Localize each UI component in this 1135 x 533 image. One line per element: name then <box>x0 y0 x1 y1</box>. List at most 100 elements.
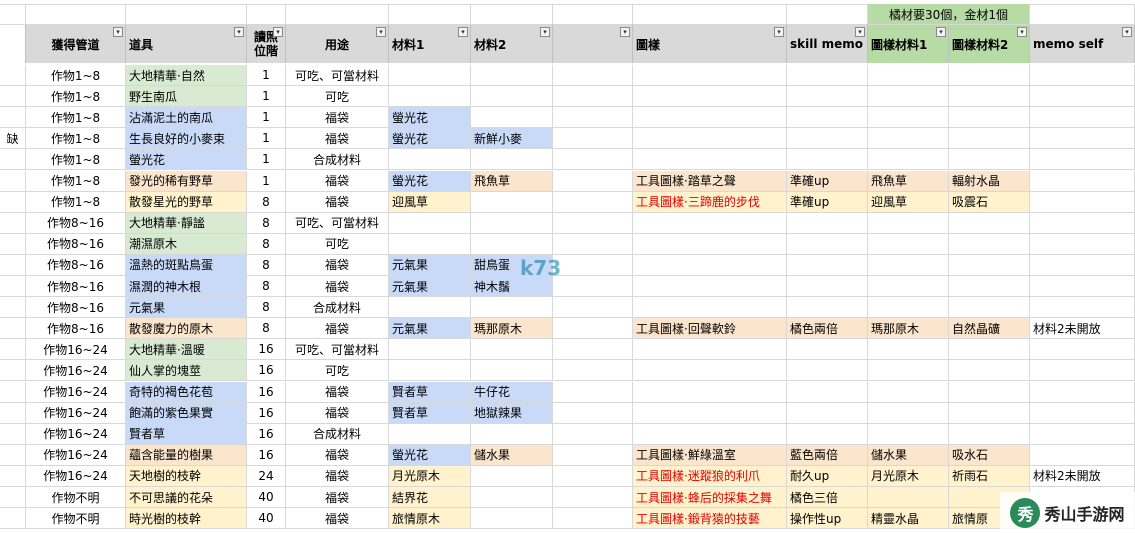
cell-pat[interactable] <box>633 149 787 171</box>
cell-pm2[interactable] <box>949 276 1030 298</box>
cell-blank[interactable] <box>553 487 633 509</box>
cell-m2[interactable] <box>471 65 553 87</box>
cell-pm2[interactable] <box>949 360 1030 382</box>
cell-m2[interactable] <box>471 86 553 108</box>
cell-pm2[interactable] <box>949 65 1030 87</box>
cell-item[interactable]: 沾滿泥土的南瓜 <box>126 107 247 129</box>
cell-skill[interactable] <box>787 65 868 87</box>
cell-skill[interactable] <box>787 402 868 424</box>
cell-item[interactable]: 大地精華·自然 <box>126 65 247 87</box>
cell-src[interactable]: 作物1~8 <box>26 191 126 213</box>
cell-src[interactable]: 作物16~24 <box>26 423 126 445</box>
header-mat2[interactable]: 材料2 ▾ <box>471 25 553 63</box>
cell-mark[interactable] <box>0 487 26 509</box>
cell-lv[interactable]: 8 <box>247 318 286 340</box>
cell-m1[interactable] <box>389 65 471 87</box>
cell-m1[interactable] <box>389 149 471 171</box>
cell-m1[interactable]: 元氣果 <box>389 254 471 276</box>
cell-m2[interactable] <box>471 297 553 319</box>
cell-mark[interactable] <box>0 402 26 424</box>
cell-skill[interactable]: 操作性up <box>787 508 868 530</box>
cell-m1[interactable] <box>389 423 471 445</box>
cell-mark[interactable] <box>0 149 26 171</box>
filter-icon[interactable]: ▾ <box>234 27 244 37</box>
cell-src[interactable]: 作物不明 <box>26 487 126 509</box>
cell-pat[interactable] <box>633 423 787 445</box>
cell-m1[interactable] <box>389 212 471 234</box>
cell-pat[interactable] <box>633 276 787 298</box>
cell-pm1[interactable] <box>868 360 949 382</box>
cell-mark[interactable] <box>0 191 26 213</box>
cell-mark[interactable] <box>0 360 26 382</box>
cell-pm1[interactable] <box>868 276 949 298</box>
cell-mark[interactable] <box>0 318 26 340</box>
cell-skill[interactable]: 準確up <box>787 170 868 192</box>
cell-m1[interactable]: 元氣果 <box>389 318 471 340</box>
cell-m2[interactable] <box>471 339 553 361</box>
cell-skill[interactable] <box>787 233 868 255</box>
cell-blank[interactable] <box>553 360 633 382</box>
cell-lv[interactable]: 16 <box>247 423 286 445</box>
cell-pat[interactable] <box>633 339 787 361</box>
cell-src[interactable]: 作物16~24 <box>26 360 126 382</box>
cell-use[interactable]: 福袋 <box>286 128 389 150</box>
cell-use[interactable]: 福袋 <box>286 170 389 192</box>
cell-skill[interactable] <box>787 128 868 150</box>
cell-src[interactable]: 作物1~8 <box>26 107 126 129</box>
cell-use[interactable]: 合成材料 <box>286 149 389 171</box>
cell-blank[interactable] <box>553 128 633 150</box>
cell-m1[interactable] <box>389 360 471 382</box>
cell-skill[interactable]: 橘色三倍 <box>787 487 868 509</box>
cell-blank[interactable] <box>553 233 633 255</box>
cell-pat[interactable] <box>633 297 787 319</box>
cell-pm1[interactable]: 迎風草 <box>868 191 949 213</box>
cell-lv[interactable]: 24 <box>247 465 286 487</box>
cell-pm2[interactable]: 自然晶礦 <box>949 318 1030 340</box>
cell-src[interactable]: 作物8~16 <box>26 254 126 276</box>
cell-mark[interactable] <box>0 339 26 361</box>
cell-item[interactable]: 天地樹的枝幹 <box>126 465 247 487</box>
cell-memo[interactable] <box>1030 402 1135 424</box>
cell-src[interactable]: 作物不明 <box>26 508 126 530</box>
cell-skill[interactable] <box>787 360 868 382</box>
cell-lv[interactable]: 8 <box>247 297 286 319</box>
cell-use[interactable]: 可吃 <box>286 86 389 108</box>
cell-m1[interactable]: 結界花 <box>389 487 471 509</box>
cell-memo[interactable] <box>1030 297 1135 319</box>
cell-m2[interactable]: 地獄辣果 <box>471 402 553 424</box>
cell-src[interactable]: 作物8~16 <box>26 212 126 234</box>
cell-use[interactable]: 可吃 <box>286 233 389 255</box>
cell-item[interactable]: 蘊含能量的樹果 <box>126 444 247 466</box>
cell-lv[interactable]: 16 <box>247 381 286 403</box>
filter-icon[interactable]: ▾ <box>620 27 630 37</box>
cell-item[interactable]: 濕潤的神木根 <box>126 276 247 298</box>
header-use[interactable]: 用途 ▾ <box>286 25 389 63</box>
cell-memo[interactable] <box>1030 444 1135 466</box>
cell-mark[interactable] <box>0 107 26 129</box>
cell-skill[interactable]: 準確up <box>787 191 868 213</box>
cell-use[interactable]: 可吃、可當材料 <box>286 212 389 234</box>
cell-pat[interactable] <box>633 381 787 403</box>
cell-item[interactable]: 溫熱的斑點鳥蛋 <box>126 254 247 276</box>
cell-src[interactable]: 作物16~24 <box>26 465 126 487</box>
cell-pm2[interactable] <box>949 402 1030 424</box>
cell-use[interactable]: 福袋 <box>286 107 389 129</box>
header-blank[interactable]: ▾ <box>553 25 633 63</box>
cell-lv[interactable]: 1 <box>247 149 286 171</box>
cell-memo[interactable]: 材料2未開放 <box>1030 465 1135 487</box>
cell-lv[interactable]: 16 <box>247 402 286 424</box>
cell-lv[interactable]: 1 <box>247 107 286 129</box>
cell-m2[interactable] <box>471 423 553 445</box>
cell-use[interactable]: 福袋 <box>286 508 389 530</box>
cell-memo[interactable] <box>1030 212 1135 234</box>
cell-mark[interactable] <box>0 381 26 403</box>
cell-item[interactable]: 潮濕原木 <box>126 233 247 255</box>
cell-pat[interactable] <box>633 107 787 129</box>
cell-blank[interactable] <box>553 402 633 424</box>
cell-m1[interactable] <box>389 233 471 255</box>
cell-blank[interactable] <box>553 465 633 487</box>
cell-pat[interactable]: 工具圖樣·三蹄鹿的步伐 <box>633 191 787 213</box>
cell-item[interactable]: 發光的稀有野草 <box>126 170 247 192</box>
cell-item[interactable]: 大地精華·溫暖 <box>126 339 247 361</box>
cell-pm2[interactable] <box>949 107 1030 129</box>
